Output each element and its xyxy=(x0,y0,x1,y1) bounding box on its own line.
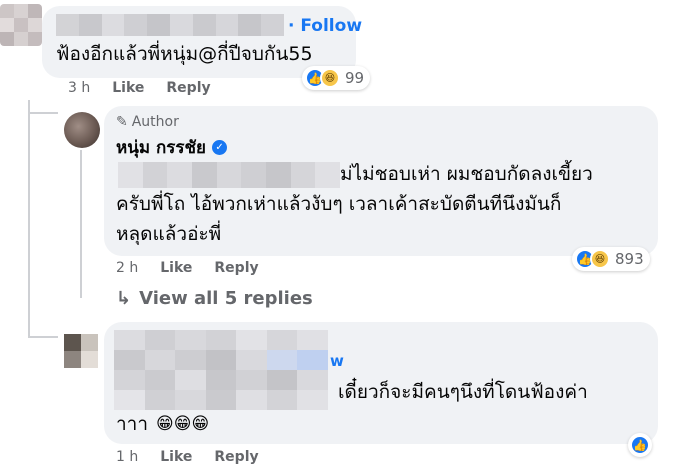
commenter-name-blurred[interactable] xyxy=(114,330,328,410)
reaction-count: 893 xyxy=(615,250,644,268)
thread-line xyxy=(28,100,30,336)
comment-timestamp[interactable]: 3 h xyxy=(68,80,90,96)
view-all-replies-link[interactable]: ↳ View all 5 replies xyxy=(116,288,313,309)
follow-link[interactable]: w xyxy=(330,352,344,370)
author-name[interactable]: หนุ่ม กรรชัย xyxy=(116,134,206,161)
comment-text-line1: เดี๋ยวก็จะมีคนๆนึงที่โดนฟ้องค่า xyxy=(338,381,588,403)
commenter-name-blurred[interactable] xyxy=(56,14,284,36)
comment-text-line2: าาา 😁😁😁 xyxy=(116,408,209,440)
avatar[interactable] xyxy=(64,334,98,368)
reply-connector xyxy=(28,112,58,114)
reply-text-line2: ครับพี่โถ ไอ้พวกเห่าแล้วงับๆ เวลาเค้าสะบ… xyxy=(116,193,562,215)
mention-blurred[interactable] xyxy=(118,162,340,188)
haha-reaction-icon: 😆 xyxy=(320,68,340,88)
reply-button[interactable]: Reply xyxy=(166,80,210,96)
reply-button[interactable]: Reply xyxy=(214,260,258,276)
reaction-summary[interactable]: 👍 xyxy=(628,433,652,457)
reply-button[interactable]: Reply xyxy=(214,449,258,465)
follow-link[interactable]: · Follow xyxy=(288,16,362,36)
author-badge: ✎ Author xyxy=(116,114,179,130)
like-button[interactable]: Like xyxy=(112,80,144,96)
reply-arrow-icon: ↳ xyxy=(116,288,132,309)
reply-timestamp[interactable]: 2 h xyxy=(116,260,138,276)
like-button[interactable]: Like xyxy=(160,449,192,465)
comment-actions: 1 h Like Reply xyxy=(116,449,259,465)
author-name-row: หนุ่ม กรรชัย ✓ xyxy=(116,134,228,161)
like-reaction-icon: 👍 xyxy=(630,435,650,455)
author-badge-label: Author xyxy=(131,114,179,130)
reply-text-line1: ม่ไม่ชอบเห่า ผมชอบกัดลงเขี้ยว xyxy=(340,163,593,185)
reaction-summary[interactable]: 👍 😆 99 xyxy=(302,66,371,90)
reply-actions: 2 h Like Reply xyxy=(116,260,259,276)
comment-timestamp[interactable]: 1 h xyxy=(116,449,138,465)
author-avatar[interactable] xyxy=(64,112,100,148)
thread-line xyxy=(80,150,82,298)
comment-text-tail: าาา xyxy=(116,413,149,435)
like-button[interactable]: Like xyxy=(160,260,192,276)
view-all-replies-label: View all 5 replies xyxy=(139,288,313,309)
reply-text-line3: หลุดแล้วอ่ะพี่ xyxy=(116,223,222,245)
grin-emoji-icon: 😁😁😁 xyxy=(156,414,210,434)
reply-connector xyxy=(28,336,58,338)
haha-reaction-icon: 😆 xyxy=(590,249,610,269)
reaction-summary[interactable]: 👍 😆 893 xyxy=(572,247,650,271)
avatar[interactable] xyxy=(0,4,42,46)
pencil-icon: ✎ xyxy=(116,114,128,130)
comment-actions: 3 h Like Reply xyxy=(68,80,211,96)
verified-badge-icon: ✓ xyxy=(212,140,228,155)
reaction-count: 99 xyxy=(345,69,365,87)
comment-text: ฟ้องอีกแล้วพี่หนุ่ม@กี่ปีจบกัน55 xyxy=(56,43,313,65)
